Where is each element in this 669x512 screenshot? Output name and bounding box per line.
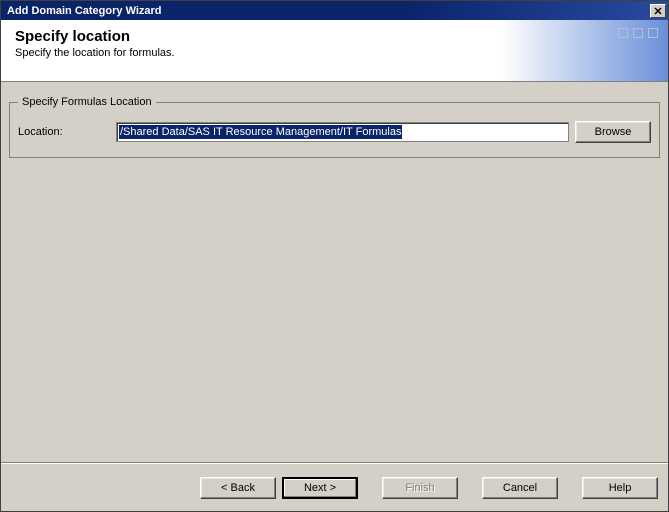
wizard-footer: < Back Next > Finish Cancel Help: [1, 463, 668, 511]
next-button[interactable]: Next >: [282, 477, 358, 499]
formulas-location-group: Specify Formulas Location Location: /Sha…: [9, 102, 660, 158]
close-icon: [654, 7, 662, 15]
deco-box: [648, 28, 658, 38]
wizard-content: Specify Formulas Location Location: /Sha…: [1, 82, 668, 463]
browse-button[interactable]: Browse: [575, 121, 651, 143]
deco-box: [618, 28, 628, 38]
page-title: Specify location: [15, 28, 654, 45]
page-subtitle: Specify the location for formulas.: [15, 47, 654, 59]
close-button[interactable]: [650, 4, 666, 18]
window-title: Add Domain Category Wizard: [3, 5, 650, 17]
group-legend: Specify Formulas Location: [18, 96, 156, 108]
finish-button: Finish: [382, 477, 458, 499]
header-decoration: [618, 28, 658, 38]
title-bar: Add Domain Category Wizard: [1, 1, 668, 20]
wizard-window: Add Domain Category Wizard Specify locat…: [0, 0, 669, 512]
help-button[interactable]: Help: [582, 477, 658, 499]
location-input[interactable]: /Shared Data/SAS IT Resource Management/…: [116, 122, 569, 142]
location-label: Location:: [18, 126, 116, 138]
wizard-header: Specify location Specify the location fo…: [1, 20, 668, 82]
back-button[interactable]: < Back: [200, 477, 276, 499]
location-value: /Shared Data/SAS IT Resource Management/…: [119, 125, 402, 139]
deco-box: [633, 28, 643, 38]
cancel-button[interactable]: Cancel: [482, 477, 558, 499]
location-row: Location: /Shared Data/SAS IT Resource M…: [18, 121, 651, 143]
